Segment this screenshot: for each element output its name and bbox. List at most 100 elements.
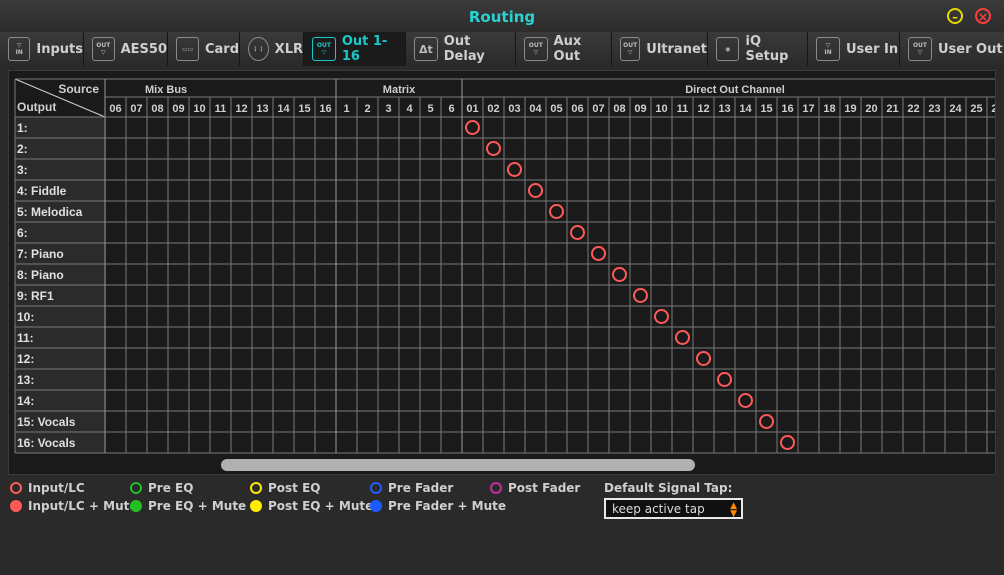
out-icon: OUT ▽ — [524, 37, 548, 61]
tab-label: Card — [204, 41, 239, 57]
row-label: 4: Fiddle — [17, 184, 67, 198]
pre-eq-ring-icon — [130, 482, 142, 494]
row-label: 13: — [17, 373, 34, 387]
tab-out-delay[interactable]: Δt Out Delay — [406, 32, 516, 66]
pre-fader-ring-icon — [370, 482, 382, 494]
close-button[interactable]: × — [975, 8, 991, 24]
legend-pre-fader-mute: Pre Fader + Mute — [370, 499, 506, 513]
route-marker[interactable] — [633, 288, 648, 303]
column-header: 16 — [781, 103, 793, 115]
legend-input-lc: Input/LC — [10, 481, 85, 495]
signal-tap-value: keep active tap — [612, 502, 705, 516]
column-header: 24 — [949, 103, 962, 115]
signal-tap-select[interactable]: keep active tap ▲ ▼ — [604, 498, 743, 519]
column-header: 18 — [823, 103, 835, 115]
input-lc-mute-dot-icon — [10, 500, 22, 512]
legend-label: Pre EQ + Mute — [148, 499, 247, 513]
column-header: 11 — [677, 103, 689, 115]
tab-aes50[interactable]: OUT ▽ AES50 — [84, 32, 168, 66]
route-marker[interactable] — [654, 309, 669, 324]
column-header: 6 — [448, 103, 454, 115]
tab-ultranet[interactable]: OUT ▽ Ultranet — [612, 32, 708, 66]
post-fader-ring-icon — [490, 482, 502, 494]
legend-input-lc-mute: Input/LC + Mute — [10, 499, 137, 513]
row-label: 9: RF1 — [17, 289, 54, 303]
column-header: 3 — [385, 103, 391, 115]
row-label: 10: — [17, 310, 34, 324]
tab-label: XLR — [274, 41, 303, 57]
route-marker[interactable] — [780, 435, 795, 450]
tab-card[interactable]: ▭▭ Card — [168, 32, 240, 66]
column-header: 25 — [970, 103, 982, 115]
legend-label: Input/LC + Mute — [28, 499, 138, 513]
route-marker[interactable] — [591, 246, 606, 261]
out-icon: OUT ▽ — [620, 37, 641, 61]
minimize-button[interactable]: – — [947, 8, 963, 24]
column-header: 1 — [343, 103, 349, 115]
route-marker[interactable] — [570, 225, 585, 240]
legend-pre-eq-mute: Pre EQ + Mute — [130, 499, 246, 513]
tab-user-in[interactable]: ▽ IN User In — [808, 32, 900, 66]
out-icon: OUT ▽ — [92, 37, 115, 61]
tab-inputs[interactable]: ▽ IN Inputs — [0, 32, 84, 66]
tab-aux-out[interactable]: OUT ▽ Aux Out — [516, 32, 612, 66]
tab-user-out[interactable]: OUT ▽ User Out — [900, 32, 1004, 66]
route-marker[interactable] — [738, 393, 753, 408]
row-label: 5: Melodica — [17, 205, 83, 219]
column-header: 04 — [529, 103, 542, 115]
route-marker[interactable] — [507, 162, 522, 177]
horizontal-scrollbar[interactable] — [221, 459, 695, 471]
tab-label: Aux Out — [553, 34, 582, 64]
column-header: 07 — [130, 103, 142, 115]
row-label: 14: — [17, 394, 34, 408]
route-marker[interactable] — [675, 330, 690, 345]
legend-label: Input/LC — [28, 481, 85, 495]
row-label: 11: — [17, 331, 34, 345]
legend-label: Post EQ + Mute — [268, 499, 374, 513]
in-icon: ▽ IN — [8, 37, 31, 61]
column-header: 09 — [634, 103, 646, 115]
row-label: 6: — [17, 226, 28, 240]
column-header: 03 — [508, 103, 520, 115]
column-header: 06 — [571, 103, 583, 115]
route-marker[interactable] — [528, 183, 543, 198]
routing-grid: SourceOutputMix Bus06 07 08 09 10 11 12 13 14 15 1… — [14, 78, 995, 471]
speaker-icon: ◉ — [716, 37, 740, 61]
column-header: 15 — [760, 103, 772, 115]
route-marker[interactable] — [486, 141, 501, 156]
column-header: 14 — [277, 103, 290, 115]
out-icon: OUT ▽ — [312, 37, 336, 61]
column-header: 08 — [613, 103, 625, 115]
column-header: 06 — [109, 103, 121, 115]
legend-pre-fader: Pre Fader — [370, 481, 453, 495]
column-header: 12 — [697, 103, 709, 115]
column-header: 17 — [802, 103, 814, 115]
route-marker[interactable] — [549, 204, 564, 219]
column-header: 07 — [592, 103, 604, 115]
column-header: 13 — [256, 103, 268, 115]
tab-out-1-16[interactable]: OUT ▽ Out 1-16 — [304, 32, 406, 66]
column-header: 19 — [844, 103, 856, 115]
tab-iq-setup[interactable]: ◉ iQ Setup — [708, 32, 808, 66]
column-header: 5 — [427, 103, 433, 115]
row-label: 12: — [17, 352, 34, 366]
pre-eq-mute-dot-icon — [130, 500, 142, 512]
tab-label: iQ Setup — [745, 34, 789, 64]
legend-label: Pre EQ — [148, 481, 194, 495]
column-header: 16 — [319, 103, 331, 115]
route-marker[interactable] — [612, 267, 627, 282]
route-marker[interactable] — [759, 414, 774, 429]
route-marker[interactable] — [717, 372, 732, 387]
tab-label: AES50 — [120, 41, 167, 57]
post-eq-mute-dot-icon — [250, 500, 262, 512]
legend-label: Post EQ — [268, 481, 321, 495]
column-header: 15 — [298, 103, 310, 115]
route-marker[interactable] — [465, 120, 480, 135]
row-label: 15: Vocals — [17, 415, 76, 429]
tab-label: User In — [846, 41, 899, 57]
card-icon: ▭▭ — [176, 37, 199, 61]
column-header: 01 — [466, 103, 478, 115]
route-marker[interactable] — [696, 351, 711, 366]
row-label: 16: Vocals — [17, 436, 76, 450]
tab-xlr[interactable]: ⋮⋮ XLR — [240, 32, 304, 66]
